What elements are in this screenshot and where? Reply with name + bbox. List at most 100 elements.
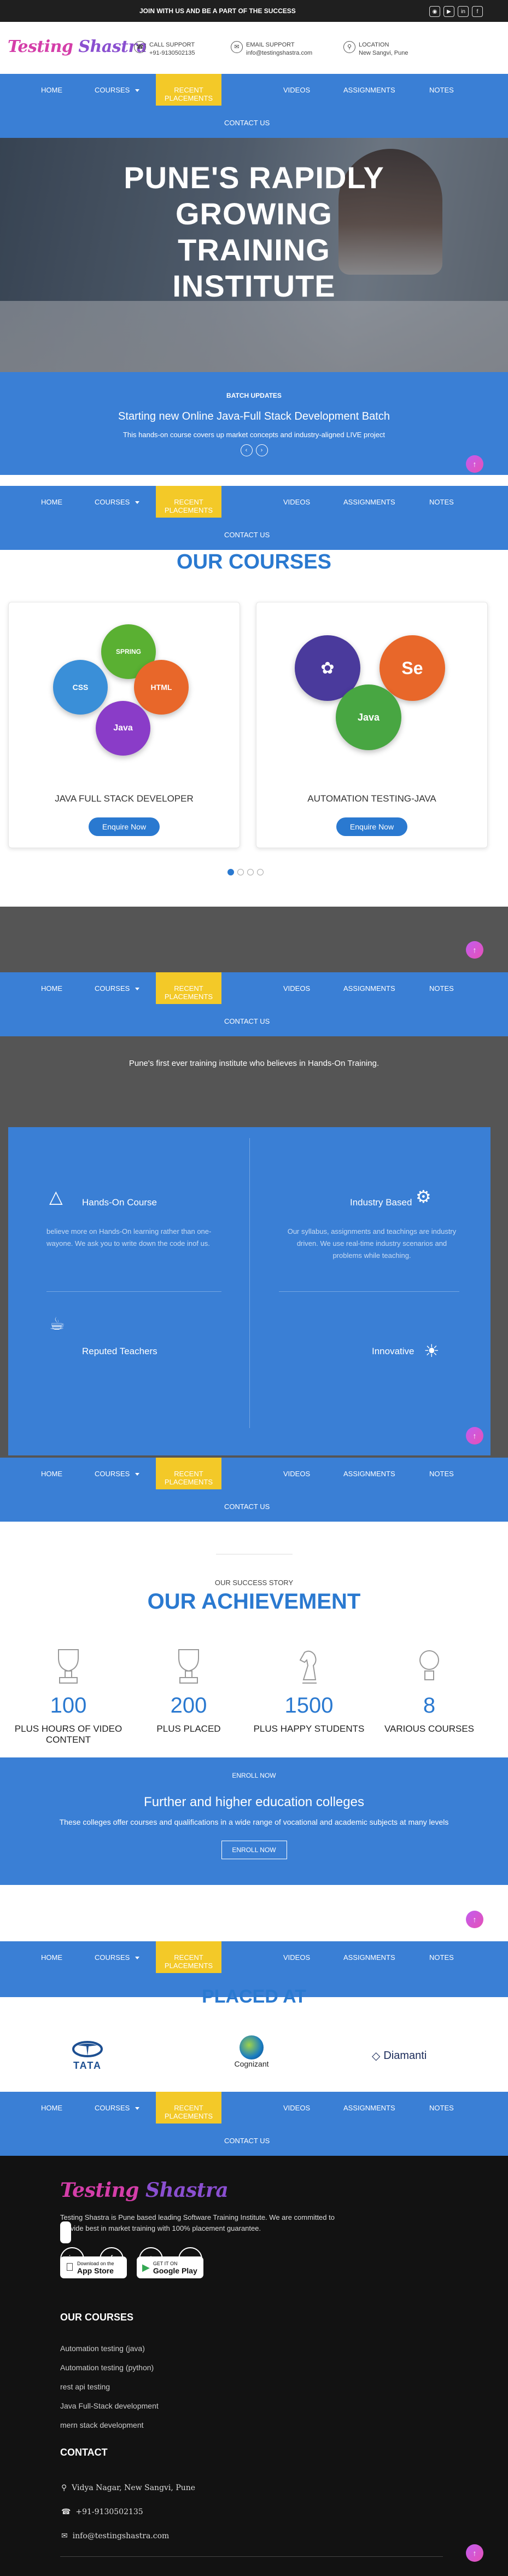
chevron-down-icon (135, 2107, 140, 2110)
nav-home[interactable]: HOME (41, 984, 62, 993)
nav-videos[interactable]: VIDEOS (283, 1470, 310, 1478)
nav-notes[interactable]: NOTES (429, 86, 454, 94)
nav-videos[interactable]: VIDEOS (283, 86, 310, 94)
footer-email[interactable]: info@testingshastra.com (73, 2532, 170, 2540)
nav-videos[interactable]: VIDEOS (283, 984, 310, 993)
footer-course-link[interactable]: Automation testing (java) (60, 2339, 159, 2358)
nav-recent-placements[interactable]: RECENT PLACEMENTS (156, 1941, 221, 1973)
nav-recent-placements[interactable]: RECENT PLACEMENTS (156, 2092, 221, 2124)
enquire-now-button[interactable]: Enquire Now (336, 817, 407, 836)
instagram-icon[interactable]: ◉ (429, 6, 440, 17)
nav-courses[interactable]: COURSES (95, 1953, 140, 1962)
company-name: Cognizant (234, 2059, 269, 2068)
nav-notes[interactable]: NOTES (429, 1953, 454, 1962)
nav-home[interactable]: HOME (41, 1470, 62, 1478)
top-bar: JOIN WITH US AND BE A PART OF THE SUCCES… (0, 0, 508, 22)
footer-logo[interactable]: Testing Shastra (60, 2179, 229, 2202)
facebook-icon[interactable]: f (472, 6, 483, 17)
scroll-top-button[interactable]: ↑ (466, 1427, 483, 1444)
email-support[interactable]: ✉ EMAIL SUPPORT info@testingshastra.com (231, 41, 312, 57)
enroll-section: ENROLL NOW Further and higher education … (0, 1757, 508, 1885)
diamanti-logo: ◇ Diamanti (372, 2049, 427, 2063)
main-nav-sticky: HOME COURSES RECENT PLACEMENTS VIDEOS AS… (0, 486, 508, 550)
arrow-left-icon[interactable]: ‹ (240, 444, 253, 456)
nav-assignments[interactable]: ASSIGNMENTS (343, 1470, 395, 1478)
nav-contact[interactable]: CONTACT US (224, 1017, 270, 1025)
phone-icon: ☎ (61, 2508, 71, 2516)
scroll-top-button[interactable]: ↑ (466, 941, 483, 959)
nav-notes[interactable]: NOTES (429, 498, 454, 506)
footer-course-link[interactable]: Java Full-Stack development (60, 2397, 159, 2416)
footer-course-link[interactable]: mern stack development (60, 2416, 159, 2435)
app-store-button[interactable]:  Download on theApp Store (60, 2256, 127, 2278)
nav-videos[interactable]: VIDEOS (283, 1953, 310, 1962)
course-card-java[interactable]: SPRING CSS HTML Java JAVA FULL STACK DEV… (8, 602, 240, 848)
nav-contact[interactable]: CONTACT US (224, 119, 270, 127)
feature-desc: believe more on Hands-On learning rather… (46, 1227, 212, 1248)
arrow-up-icon: ↑ (472, 945, 477, 954)
logo[interactable]: Testing Shastra (8, 37, 147, 56)
stat-value: 200 (170, 1693, 207, 1718)
nav-assignments[interactable]: ASSIGNMENTS (343, 498, 395, 506)
nav-recent-placements[interactable]: RECENT PLACEMENTS (156, 486, 221, 518)
nav-contact[interactable]: CONTACT US (224, 2137, 270, 2145)
scroll-top-button[interactable]: ↑ (466, 1911, 483, 1928)
arrow-right-icon[interactable]: › (255, 444, 268, 456)
nav-home[interactable]: HOME (41, 86, 62, 94)
nav-courses-label: COURSES (95, 498, 130, 506)
nav-assignments[interactable]: ASSIGNMENTS (343, 1953, 395, 1962)
scroll-top-button[interactable]: ↑ (466, 455, 483, 473)
nav-courses[interactable]: COURSES (95, 86, 140, 94)
nav-assignments[interactable]: ASSIGNMENTS (343, 2104, 395, 2112)
nav-assignments[interactable]: ASSIGNMENTS (343, 984, 395, 993)
footer-divider (60, 2556, 443, 2557)
google-play-button[interactable]: ▶ GET IT ON Google Play (137, 2256, 203, 2278)
nav-home[interactable]: HOME (41, 1953, 62, 1962)
stat-value: 1500 (284, 1693, 334, 1718)
carousel-dot[interactable] (257, 869, 264, 875)
enquire-now-button[interactable]: Enquire Now (89, 817, 160, 836)
carousel-dot[interactable] (247, 869, 254, 875)
nav-notes[interactable]: NOTES (429, 2104, 454, 2112)
nav-contact[interactable]: CONTACT US (224, 1502, 270, 1511)
email-label: EMAIL SUPPORT (246, 42, 295, 48)
main-nav: HOME COURSES RECENT PLACEMENTS VIDEOS AS… (0, 74, 508, 138)
nav-videos[interactable]: VIDEOS (283, 2104, 310, 2112)
bulb-icon: ☀ (424, 1341, 440, 1361)
batch-label: BATCH UPDATES (226, 392, 282, 399)
nav-notes[interactable]: NOTES (429, 1470, 454, 1478)
stat-value: 100 (50, 1693, 87, 1718)
footer-course-link[interactable]: rest api testing (60, 2377, 159, 2397)
nav-courses[interactable]: COURSES (95, 2104, 140, 2112)
nav-contact[interactable]: CONTACT US (224, 531, 270, 539)
course-card-automation[interactable]: ✿ Se Java AUTOMATION TESTING-JAVA Enquir… (256, 602, 488, 848)
chevron-down-icon (135, 1473, 140, 1476)
nav-notes[interactable]: NOTES (429, 984, 454, 993)
phone-icon: ☎ (134, 41, 146, 53)
carousel-dot[interactable] (227, 869, 234, 875)
nav-recent-placements[interactable]: RECENT PLACEMENTS (156, 74, 221, 106)
nav-home[interactable]: HOME (41, 2104, 62, 2112)
footer-phone[interactable]: +91-9130502135 (75, 2508, 143, 2516)
nav-courses[interactable]: COURSES (95, 1470, 140, 1478)
location[interactable]: ⚲ LOCATION New Sangvi, Pune (343, 41, 408, 57)
nav-courses[interactable]: COURSES (95, 498, 140, 506)
enroll-now-button[interactable]: ENROLL NOW (221, 1841, 287, 1859)
tata-logo: TATA (66, 2041, 109, 2072)
carousel-dot[interactable] (237, 869, 244, 875)
call-support[interactable]: ☎ CALL SUPPORT +91-9130502135 (134, 41, 195, 57)
nav-home[interactable]: HOME (41, 498, 62, 506)
footer-course-link[interactable]: Automation testing (python) (60, 2358, 159, 2377)
chevron-down-icon (135, 1957, 140, 1960)
nav-assignments[interactable]: ASSIGNMENTS (343, 86, 395, 94)
nav-recent-placements[interactable]: RECENT PLACEMENTS (156, 1458, 221, 1489)
linkedin-icon[interactable]: in (458, 6, 469, 17)
scroll-top-button[interactable]: ↑ (466, 2544, 483, 2562)
footer-contact-title: CONTACT (60, 2447, 108, 2458)
nav-videos[interactable]: VIDEOS (283, 498, 310, 506)
nav-recent-placements[interactable]: RECENT PLACEMENTS (156, 972, 221, 1004)
nav-courses[interactable]: COURSES (95, 984, 140, 993)
youtube-icon[interactable]: ▶ (443, 6, 454, 17)
hero-line-1: PUNE'S RAPIDLY (124, 160, 384, 195)
course-title: AUTOMATION TESTING-JAVA (307, 793, 436, 804)
